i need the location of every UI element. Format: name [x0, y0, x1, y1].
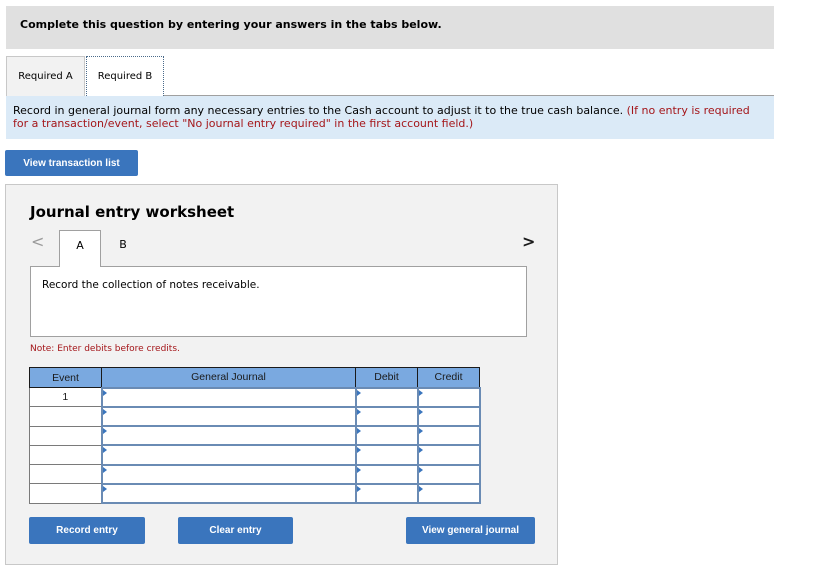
debit-input[interactable] — [356, 484, 417, 503]
debit-input[interactable] — [356, 465, 417, 483]
account-cell — [100, 482, 357, 505]
transaction-description: Record the collection of notes receivabl… — [30, 266, 527, 337]
account-input[interactable] — [102, 427, 355, 445]
credit-input[interactable] — [418, 407, 479, 426]
debit-input[interactable] — [356, 427, 417, 445]
question-banner: Complete this question by entering your … — [6, 6, 774, 49]
account-input[interactable] — [102, 446, 355, 464]
worksheet-title: Journal entry worksheet — [30, 203, 235, 221]
debit-cell — [354, 405, 419, 428]
table-row — [29, 463, 481, 485]
event-cell — [29, 444, 102, 466]
account-input[interactable] — [102, 465, 355, 483]
table-row — [29, 425, 481, 447]
credit-input[interactable] — [418, 427, 479, 445]
event-cell — [29, 483, 102, 504]
table-row: 1 — [29, 386, 481, 408]
header-event: Event — [29, 367, 102, 388]
event-cell — [29, 425, 102, 446]
subtab-b[interactable]: B — [109, 230, 137, 260]
account-cell — [100, 405, 357, 428]
event-cell — [29, 464, 102, 485]
account-input[interactable] — [102, 484, 355, 503]
debit-cell — [354, 463, 419, 485]
table-row — [29, 482, 481, 505]
journal-table: Event General Journal Debit Credit 1 — [29, 367, 481, 505]
header-general-journal: General Journal — [101, 367, 356, 388]
journal-entry-worksheet: Journal entry worksheet < A B > Record t… — [5, 184, 558, 565]
credit-input[interactable] — [418, 484, 479, 503]
debit-cell — [354, 444, 419, 466]
tab-required-a[interactable]: Required A — [6, 56, 85, 96]
account-cell — [100, 386, 357, 408]
account-cell — [100, 444, 357, 466]
debit-cell — [354, 482, 419, 505]
debit-input[interactable] — [356, 388, 417, 406]
account-cell — [100, 425, 357, 447]
subtab-a[interactable]: A — [59, 230, 101, 267]
event-cell — [29, 406, 102, 427]
table-header-row: Event General Journal Debit Credit — [29, 367, 480, 388]
credit-cell — [416, 444, 481, 466]
clear-entry-button[interactable]: Clear entry — [178, 517, 293, 544]
instructions-panel: Record in general journal form any neces… — [6, 96, 774, 139]
credit-cell — [416, 463, 481, 485]
event-cell: 1 — [29, 386, 102, 408]
credit-cell — [416, 482, 481, 505]
debit-cell — [354, 386, 419, 408]
credit-cell — [416, 405, 481, 428]
tab-required-b[interactable]: Required B — [86, 56, 164, 96]
credit-input[interactable] — [418, 446, 479, 464]
description-text: Record the collection of notes receivabl… — [42, 279, 260, 291]
header-debit: Debit — [355, 367, 418, 388]
table-row — [29, 405, 481, 428]
credit-input[interactable] — [418, 465, 479, 483]
account-input[interactable] — [102, 407, 355, 426]
banner-text: Complete this question by entering your … — [20, 18, 442, 31]
chevron-left-icon[interactable]: < — [31, 232, 44, 251]
header-credit: Credit — [417, 367, 480, 388]
requirement-tabs: Required A Required B — [6, 56, 774, 96]
view-general-journal-button[interactable]: View general journal — [406, 517, 535, 544]
instructions-text: Record in general journal form any neces… — [13, 104, 624, 117]
table-row — [29, 444, 481, 466]
debit-input[interactable] — [356, 446, 417, 464]
account-cell — [100, 463, 357, 485]
credit-cell — [416, 425, 481, 447]
debit-input[interactable] — [356, 407, 417, 426]
account-input[interactable] — [102, 388, 355, 406]
chevron-right-icon[interactable]: > — [522, 232, 535, 251]
debits-note: Note: Enter debits before credits. — [30, 344, 180, 354]
credit-input[interactable] — [418, 388, 479, 406]
credit-cell — [416, 386, 481, 408]
debit-cell — [354, 425, 419, 447]
view-transaction-list-button[interactable]: View transaction list — [5, 150, 138, 176]
record-entry-button[interactable]: Record entry — [29, 517, 145, 544]
